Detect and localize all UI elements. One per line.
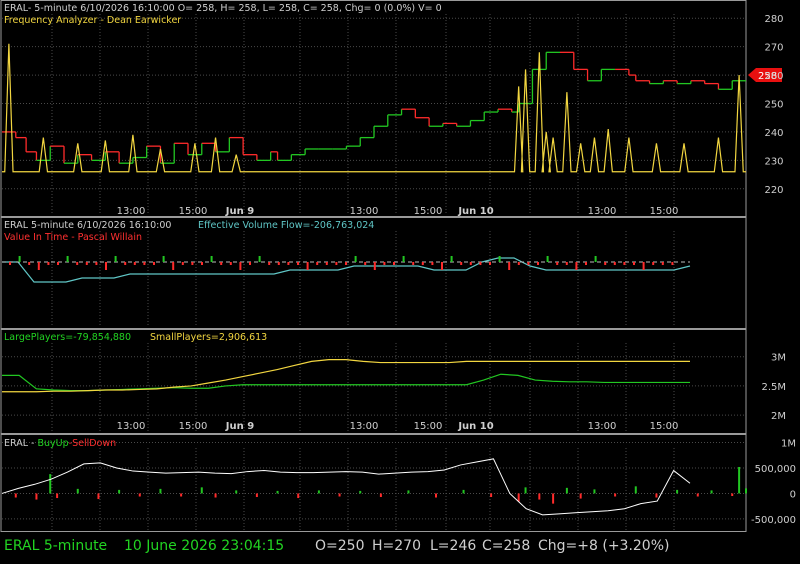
buysell-y-tick: 500,000 bbox=[755, 464, 796, 475]
buysell-y-tick: 0 bbox=[790, 489, 796, 500]
x-axis-tick: 13:00 bbox=[350, 421, 379, 432]
price-y-tick: 270 bbox=[764, 43, 783, 54]
selldown-label: SellDown bbox=[72, 438, 116, 449]
value-in-time-label: Value In Time - Pascal Willain bbox=[4, 232, 142, 243]
status-symbol: ERAL 5-minute bbox=[4, 538, 108, 554]
small-players-label: SmallPlayers=2,906,613 bbox=[150, 332, 267, 343]
status-change: Chg=+8 (+3.20%) bbox=[538, 538, 670, 554]
status-high: H=270 bbox=[372, 538, 421, 554]
x-axis-tick: 15:00 bbox=[650, 421, 679, 432]
x-axis-tick: 15:00 bbox=[179, 206, 208, 217]
players-panel-frame bbox=[0, 329, 747, 434]
price-y-tick: 230 bbox=[764, 156, 783, 167]
status-bar: ERAL 5-minute 10 June 2026 23:04:15 O=25… bbox=[0, 534, 800, 564]
frequency-analyzer-label: Frequency Analyzer - Dean Earwicker bbox=[4, 15, 181, 26]
x-axis-tick: Jun 9 bbox=[225, 421, 254, 432]
price-y-tick: 250 bbox=[764, 100, 783, 111]
price-y-tick: 220 bbox=[764, 185, 783, 196]
chart-area: ERAL- 5-minute 6/10/2026 16:10:00 O= 258… bbox=[0, 0, 796, 532]
x-axis-tick: 13:00 bbox=[117, 421, 146, 432]
status-close: C=258 bbox=[482, 538, 531, 554]
x-axis-tick: 15:00 bbox=[414, 421, 443, 432]
small-players-line bbox=[2, 359, 690, 393]
buysell-cumulative-line bbox=[1, 458, 691, 516]
buysell-panel-frame bbox=[0, 434, 747, 532]
buyup-label: BuyUp bbox=[37, 438, 68, 449]
x-axis-tick: 15:00 bbox=[179, 421, 208, 432]
volume-flow-header-left: ERAL 5-minute 6/10/2026 16:10:00 bbox=[4, 220, 171, 231]
x-axis-tick: Jun 10 bbox=[457, 421, 493, 432]
buysell-title: ERAL - BuyUp-SellDown bbox=[4, 438, 116, 449]
players-y-tick: 2M bbox=[771, 411, 786, 422]
x-axis-tick: 15:00 bbox=[414, 206, 443, 217]
players-y-tick: 3M bbox=[771, 353, 786, 364]
price-y-tick: 280 bbox=[764, 14, 783, 25]
volume-flow-header-right: Effective Volume Flow=-206,763,024 bbox=[198, 220, 374, 231]
frequency-analyzer-line bbox=[2, 43, 746, 173]
price-y-tick: 260 bbox=[764, 71, 783, 82]
x-axis-tick: 13:00 bbox=[588, 421, 617, 432]
x-axis-tick: 15:00 bbox=[650, 206, 679, 217]
status-open: O=250 bbox=[315, 538, 365, 554]
buysell-symbol: ERAL - bbox=[4, 438, 37, 449]
price-panel-header: ERAL- 5-minute 6/10/2026 16:10:00 O= 258… bbox=[4, 3, 442, 14]
status-datetime: 10 June 2026 23:04:15 bbox=[124, 538, 285, 554]
x-axis-tick: 13:00 bbox=[350, 206, 379, 217]
large-players-line bbox=[2, 373, 690, 392]
buysell-y-tick: 1M bbox=[781, 439, 796, 450]
x-axis-tick: 13:00 bbox=[588, 206, 617, 217]
price-panel-frame bbox=[0, 0, 747, 217]
price-y-tick: 240 bbox=[764, 128, 783, 139]
x-axis-tick: 13:00 bbox=[117, 206, 146, 217]
players-y-tick: 2.5M bbox=[761, 382, 786, 393]
buysell-y-tick: -500,000 bbox=[751, 515, 796, 526]
x-axis-tick: Jun 9 bbox=[225, 206, 254, 217]
x-axis-tick: Jun 10 bbox=[457, 206, 493, 217]
status-low: L=246 bbox=[430, 538, 477, 554]
large-players-label: LargePlayers=-79,854,880 bbox=[4, 332, 131, 343]
